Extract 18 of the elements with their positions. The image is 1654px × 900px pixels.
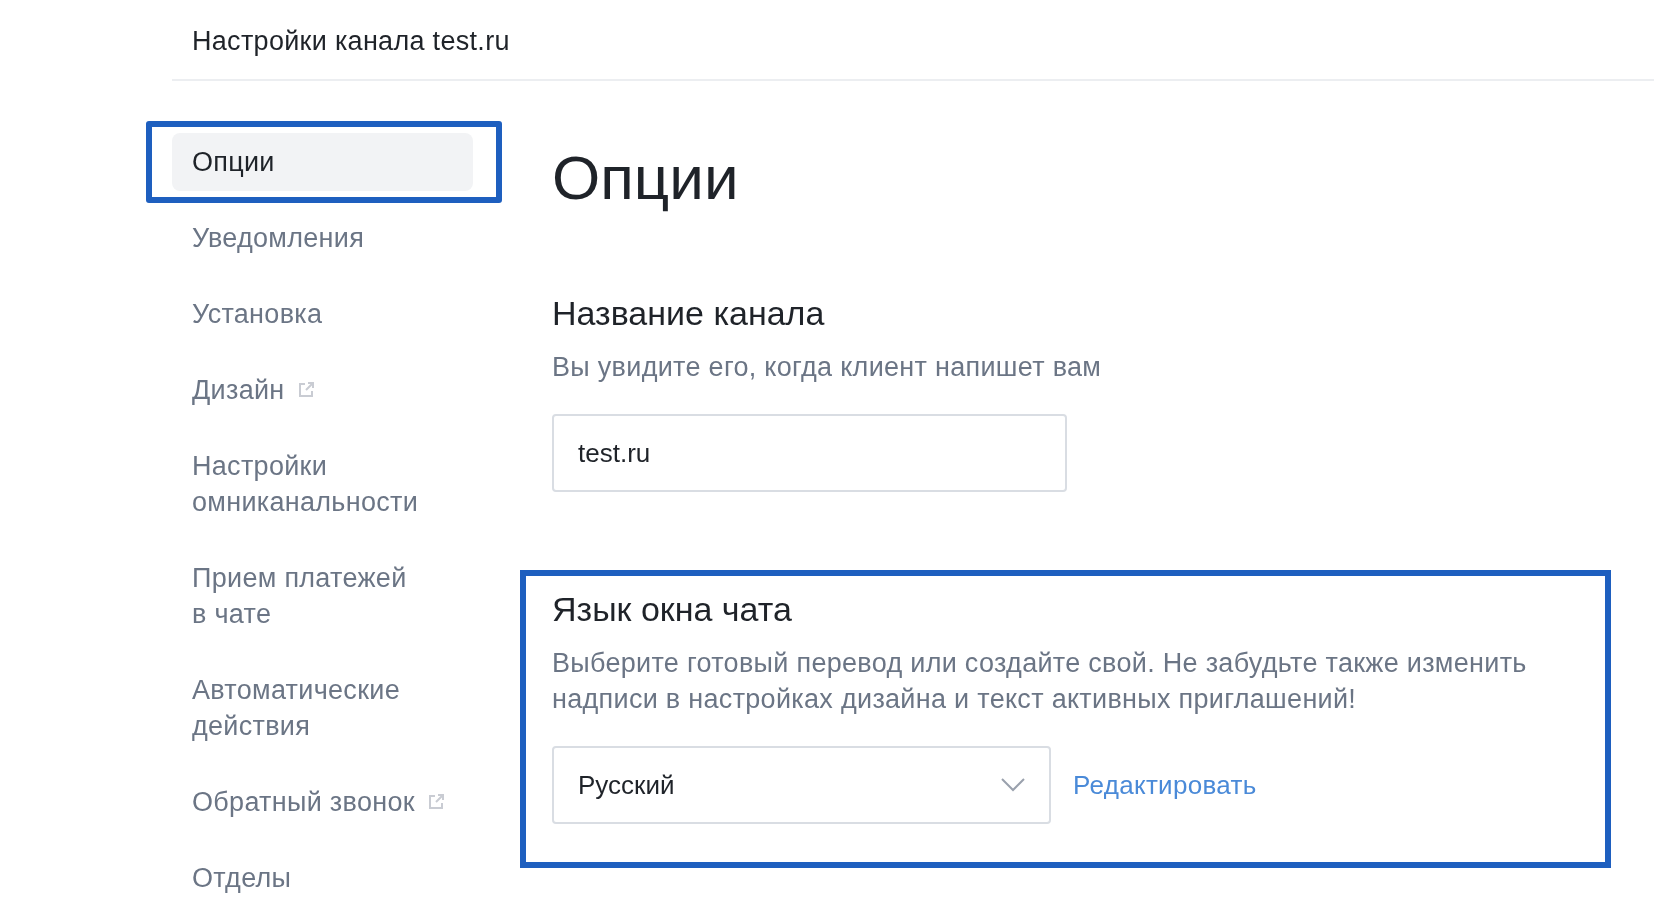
sidebar-item[interactable]: Автоматические действия: [172, 661, 473, 755]
language-dropdown[interactable]: Русский: [552, 746, 1051, 824]
page-header-title: Настройки канала test.ru: [192, 26, 510, 57]
section-title: Язык окна чата: [552, 590, 793, 629]
edit-link[interactable]: Редактировать: [1073, 769, 1257, 801]
section-description: Выберите готовый перевод или создайте свой. Не забудьте также изменить надписи в настройках дизайна и текст активных приглашений!: [552, 647, 1528, 716]
sidebar-item[interactable]: Установка: [172, 285, 473, 343]
sidebar-item[interactable]: Опции: [172, 133, 473, 191]
sidebar-item[interactable]: Отделы: [172, 849, 473, 900]
sidebar-item[interactable]: Обратный звонок: [172, 773, 473, 831]
sidebar-item[interactable]: Прием платежей в чате: [172, 549, 473, 643]
sidebar-item[interactable]: Уведомления: [172, 209, 473, 267]
sidebar-item[interactable]: Дизайн: [172, 361, 473, 419]
chevron-down-icon: [1001, 778, 1025, 792]
channel-name-field[interactable]: test.ru: [552, 414, 1067, 492]
section-description: Вы увидите его, когда клиент напишет вам: [552, 351, 1103, 384]
sidebar-item[interactable]: Настройки омниканальности: [172, 437, 473, 531]
section-title: Название канала: [552, 294, 826, 333]
